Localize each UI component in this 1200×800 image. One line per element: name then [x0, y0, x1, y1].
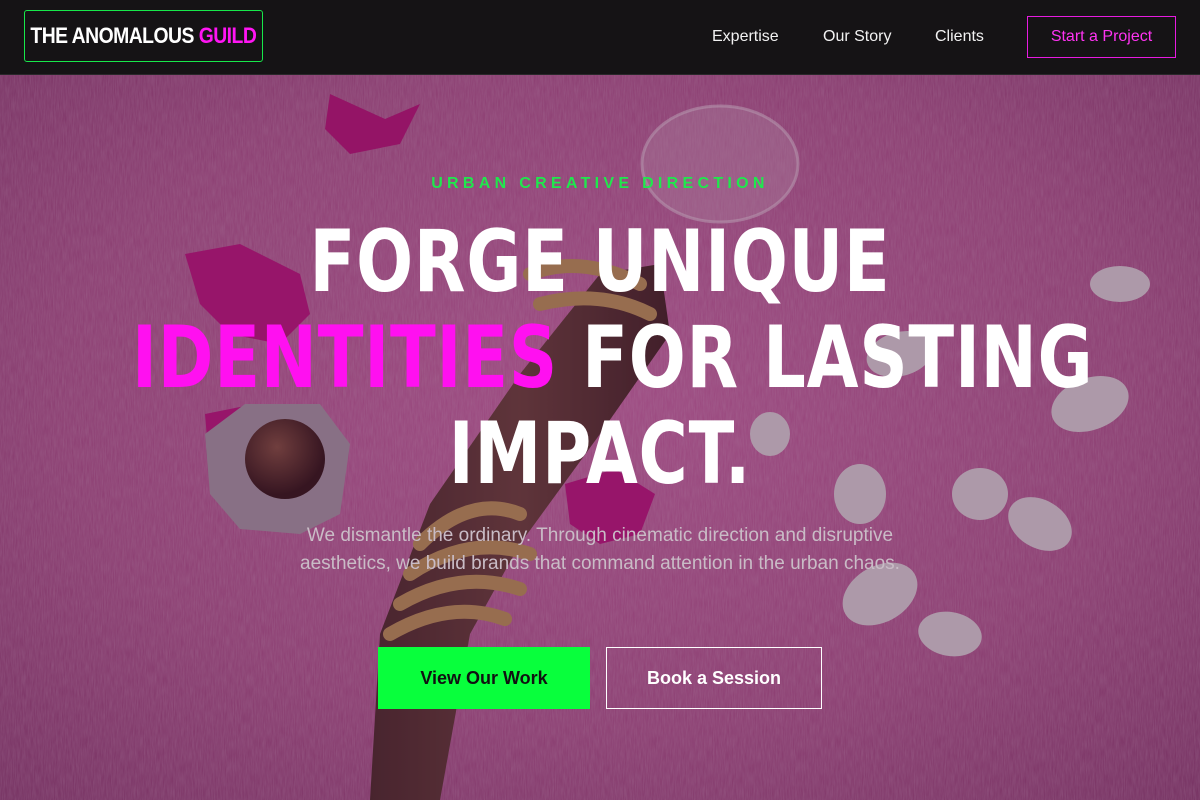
hero-eyebrow: URBAN CREATIVE DIRECTION [431, 175, 769, 192]
headline-line-3: IMPACT. [448, 404, 752, 504]
logo-accent-text: GUILD [198, 23, 257, 48]
top-navbar: THE ANOMALOUS GUILD Expertise Our Story … [0, 0, 1200, 75]
view-our-work-button[interactable]: View Our Work [378, 647, 590, 709]
book-session-button[interactable]: Book a Session [606, 647, 822, 709]
hero-description: We dismantle the ordinary. Through cinem… [300, 525, 900, 574]
headline-line-2-rest: FOR LASTING [582, 308, 1094, 408]
brand-logo[interactable]: THE ANOMALOUS GUILD [24, 10, 263, 62]
headline-accent-word: IDENTITIES [132, 308, 558, 408]
landing-page: THE ANOMALOUS GUILD Expertise Our Story … [0, 0, 1200, 800]
hero-headline: FORGE UNIQUE IDENTITIES FOR LASTING IMPA… [0, 214, 1200, 502]
hero-section: URBAN CREATIVE DIRECTION FORGE UNIQUE ID… [0, 74, 1200, 800]
logo-text: THE ANOMALOUS GUILD [31, 23, 257, 49]
logo-primary-text: THE ANOMALOUS [30, 23, 195, 48]
headline-line-2: IDENTITIES FOR LASTING [132, 308, 1093, 408]
headline-line-1: FORGE UNIQUE [309, 212, 891, 312]
nav-link-clients[interactable]: Clients [935, 28, 984, 46]
start-project-button[interactable]: Start a Project [1027, 16, 1176, 58]
nav-link-our-story[interactable]: Our Story [823, 28, 891, 46]
nav-link-expertise[interactable]: Expertise [712, 28, 779, 46]
